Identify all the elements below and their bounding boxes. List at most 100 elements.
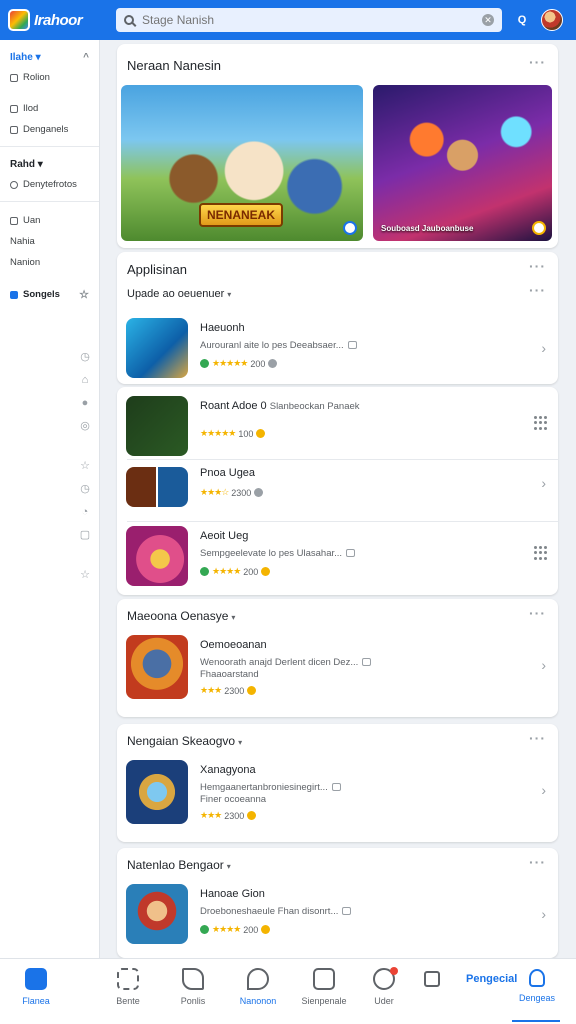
app-icon (126, 467, 188, 507)
chevron-right-icon[interactable]: › (541, 340, 546, 356)
star-icon[interactable]: ☆ (79, 288, 89, 301)
list-icon (10, 73, 18, 82)
chevron-down-icon: ▾ (238, 738, 243, 747)
box-icon (10, 216, 18, 225)
chevron-right-icon[interactable]: › (541, 782, 546, 798)
featured-banner[interactable]: NENANEAK (121, 85, 363, 241)
grid-icon[interactable] (534, 416, 548, 430)
app-meta: ★★★★ 200 (200, 566, 271, 577)
app-name: Oemoeoanan (200, 639, 267, 651)
search-input[interactable] (142, 13, 474, 27)
chevron-down-icon: ▾ (231, 613, 236, 622)
avatar[interactable] (541, 9, 563, 31)
status-dot-icon (200, 359, 209, 368)
bottom-nav: Flanea Bente Ponlis Nanonon Sienpenale U… (0, 958, 576, 1024)
app-row[interactable]: Roant Adoe 0 Slanbeockan Panaek ★★★★★ 100 (117, 396, 558, 458)
camera-icon (424, 971, 440, 987)
sidebar-item[interactable]: Uan (0, 210, 99, 231)
nav-nanonon[interactable]: Nanonon (228, 959, 288, 1024)
app-logo[interactable]: Irahoor (8, 9, 112, 31)
logo-icon (8, 9, 30, 31)
notification-badge (390, 967, 398, 975)
square-icon (10, 290, 18, 299)
info-icon[interactable]: ◔ (78, 505, 92, 519)
nav-bente[interactable]: Bente (98, 959, 158, 1024)
sidebar-item-active[interactable]: Songels ☆ (0, 283, 99, 306)
timer-icon[interactable]: ◷ (78, 482, 92, 496)
dot-icon[interactable]: ● (78, 396, 92, 410)
sidebar-group-header[interactable]: Ilahe ▾ ^ (0, 48, 99, 67)
more-icon[interactable]: ··· (529, 54, 546, 70)
query-button[interactable]: Q (514, 12, 530, 28)
badge-icon (343, 221, 357, 235)
chevron-right-icon[interactable]: › (541, 657, 546, 673)
grid-icon[interactable] (534, 546, 548, 560)
clear-icon[interactable]: ✕ (482, 14, 494, 26)
nav-ponlis[interactable]: Ponlis (163, 959, 223, 1024)
section-title[interactable]: Natenlao Bengaor ▾ (127, 858, 231, 872)
star-icon[interactable]: ☆ (78, 459, 92, 473)
app-row[interactable]: Hanoae Gion Droeboneshaeule Fhan disonrt… (117, 884, 558, 948)
app-row[interactable]: Xanagyona Hemgaanertanbroniesinegirt... … (117, 760, 558, 826)
chevron-right-icon[interactable]: › (541, 906, 546, 922)
divider (127, 521, 558, 522)
app-desc: Hemgaanertanbroniesinegirt... (200, 782, 341, 793)
sidebar-item[interactable]: Rolion (0, 67, 99, 88)
nav-camera[interactable] (417, 959, 447, 1024)
more-icon[interactable]: ··· (529, 730, 546, 746)
nav-label: Uder (374, 996, 394, 1006)
status-dot-icon (200, 567, 209, 576)
app-row[interactable]: Oemoeoanan Wenoorath anajd Derlent dicen… (117, 635, 558, 701)
nav-label: Nanonon (239, 996, 277, 1006)
star-icon[interactable]: ☆ (78, 568, 92, 582)
section-card: Maeoona Oenasye ▾ ··· Oemoeoanan Wenoorat… (117, 599, 558, 717)
grid-icon (117, 968, 139, 990)
sidebar-group-2: Rahd ▾ Denytefrotos (0, 147, 99, 202)
sidebar-group-header[interactable]: Rahd ▾ (0, 155, 99, 174)
app-name: Xanagyona (200, 764, 256, 776)
nav-home[interactable]: Flanea (6, 959, 66, 1024)
home-icon[interactable]: ⌂ (78, 373, 92, 387)
info-badge-icon (362, 658, 372, 667)
clock-icon[interactable]: ◷ (78, 350, 92, 364)
more-icon[interactable]: ··· (529, 605, 546, 621)
share-icon[interactable]: › (541, 475, 546, 491)
sidebar-group-title: Ilahe (10, 52, 33, 63)
app-name: Hanoae Gion (200, 888, 265, 900)
chat-icon[interactable]: ▢ (78, 528, 92, 542)
info-badge-icon (347, 341, 357, 350)
nav-uder[interactable]: Uder (354, 959, 414, 1024)
sidebar-item[interactable]: Ilod (0, 98, 99, 119)
section-title[interactable]: Nengaian Skeaogvo ▾ (127, 734, 242, 748)
featured-banner[interactable]: Souboasd Jauboanbuse (373, 85, 552, 241)
app-row[interactable]: Pnoa Ugea ★★★☆ 2300 › (117, 463, 558, 511)
section-subtitle[interactable]: Upade ao oeuenuer ▾ (127, 288, 231, 300)
nav-sienpenale[interactable]: Sienpenale (294, 959, 354, 1024)
sidebar-item[interactable]: Denytefrotos (0, 174, 99, 195)
section-card: Natenlao Bengaor ▾ ··· Hanoae Gion Droebo… (117, 848, 558, 958)
sidebar-item[interactable]: Nahia (0, 231, 99, 252)
more-icon[interactable]: ··· (529, 282, 546, 298)
app-row[interactable]: Aeoit Ueg Sempgeelevate lo pes Ulasahar.… (117, 526, 558, 588)
section-title[interactable]: Maeoona Oenasye ▾ (127, 609, 235, 623)
download-icon (268, 359, 278, 368)
search-icon (124, 15, 134, 25)
featured-card: Neraan Nanesin ··· NENANEAK Souboasd Jau… (117, 44, 558, 248)
profile-icon (529, 969, 545, 987)
settings-icon[interactable]: ◎ (78, 419, 92, 433)
sidebar-item[interactable]: Denganels (0, 119, 99, 140)
collapse-icon[interactable]: ^ (83, 52, 89, 63)
sidebar-item[interactable]: Nanion (0, 252, 99, 273)
app-row[interactable]: Haeuonh Aurouranl aite lo pes Deeabsaer.… (117, 318, 558, 380)
nav-profile[interactable]: Dengeas (507, 959, 567, 1024)
search-bar[interactable]: ✕ (116, 8, 502, 32)
more-icon[interactable]: ··· (529, 854, 546, 870)
app-icon (126, 760, 188, 824)
applications-card: Applisinan ··· Upade ao oeuenuer ▾ ··· Ha… (117, 252, 558, 384)
app-icon (126, 318, 188, 378)
app-desc: Wenoorath anajd Derlent dicen Dez... (200, 657, 372, 668)
rating-stars: ★★★★★ (200, 428, 236, 438)
sidebar-group-1: Ilahe ▾ ^ Rolion Ilod Denganels (0, 40, 99, 147)
more-icon[interactable]: ··· (529, 258, 546, 274)
